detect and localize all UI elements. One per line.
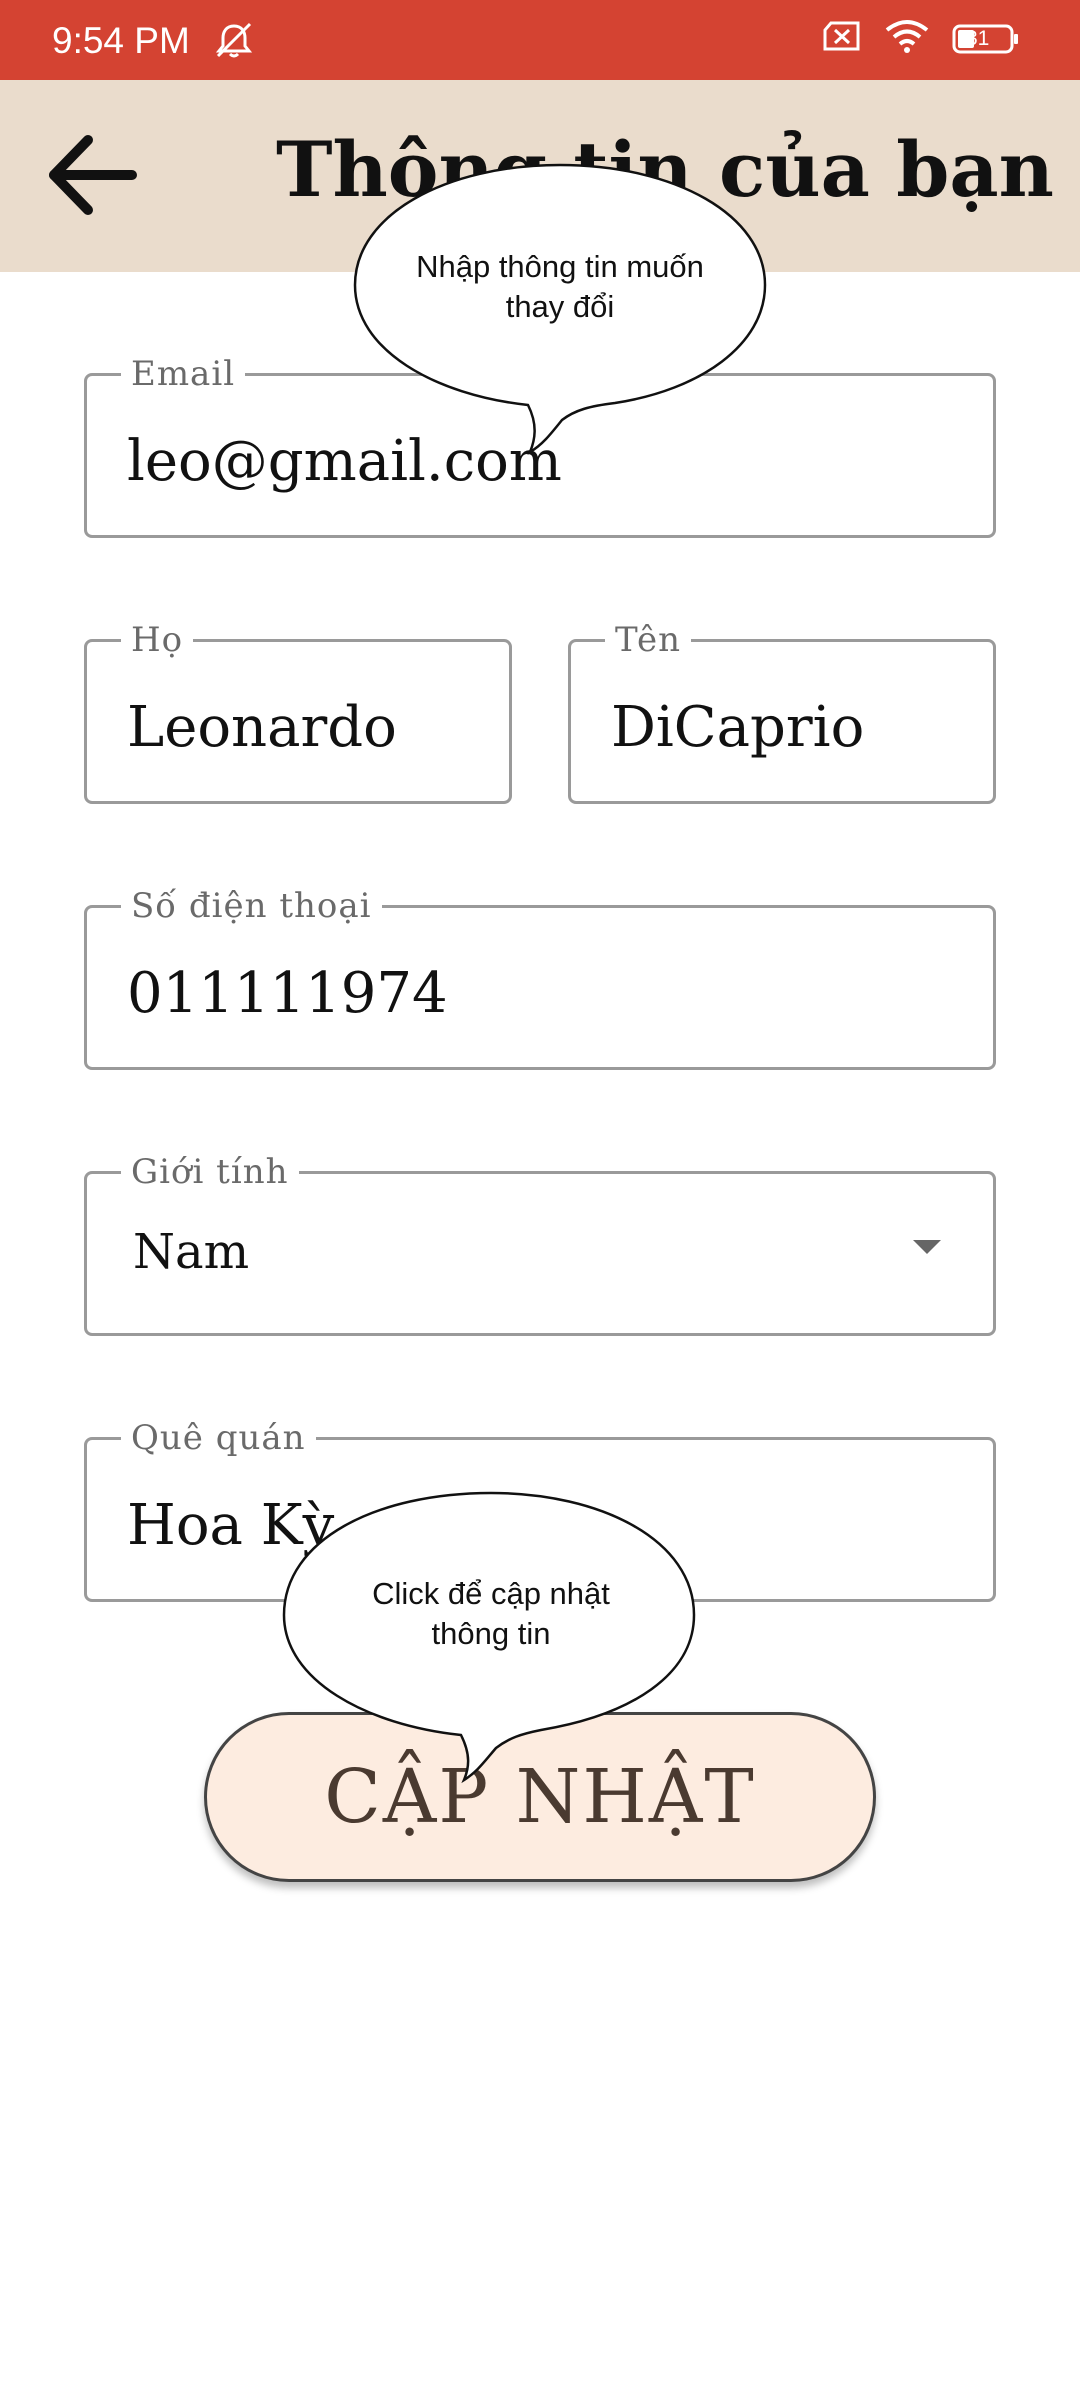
tooltip-update-line2: thông tin	[431, 1616, 551, 1651]
phone-label: Số điện thoại	[121, 888, 382, 924]
last-name-value[interactable]: Leonardo	[127, 696, 397, 760]
gender-label: Giới tính	[121, 1154, 299, 1190]
status-time: 9:54 PM	[52, 20, 190, 61]
tooltip-edit-line1: Nhập thông tin muốn	[416, 249, 704, 284]
hometown-label: Quê quán	[121, 1420, 316, 1456]
battery-icon: 31	[952, 24, 1020, 54]
phone-value[interactable]: 011111974	[127, 962, 448, 1026]
tooltip-edit-line2: thay đổi	[505, 289, 615, 324]
tooltip-edit-info: Nhập thông tin muốn thay đổi	[350, 160, 770, 460]
arrow-left-icon	[49, 135, 137, 215]
sim-off-icon	[822, 20, 862, 57]
tooltip-update-line1: Click để cập nhật	[372, 1576, 610, 1611]
last-name-label: Họ	[121, 622, 194, 658]
phone-field[interactable]: Số điện thoại 011111974	[84, 888, 996, 1070]
last-name-field[interactable]: Họ Leonardo	[84, 622, 512, 804]
email-label: Email	[121, 356, 246, 392]
mute-icon	[212, 20, 256, 65]
battery-level: 31	[966, 26, 990, 50]
status-icons: 31	[822, 18, 1020, 59]
first-name-label: Tên	[605, 622, 692, 658]
dropdown-arrow-icon[interactable]	[911, 1238, 943, 1260]
first-name-field[interactable]: Tên DiCaprio	[568, 622, 996, 804]
gender-value: Nam	[133, 1224, 250, 1280]
gender-select[interactable]: Giới tính Nam	[84, 1154, 996, 1336]
back-button[interactable]	[44, 130, 140, 220]
tooltip-update: Click để cập nhật thông tin	[281, 1490, 701, 1790]
wifi-icon	[884, 18, 930, 59]
first-name-value[interactable]: DiCaprio	[611, 696, 864, 760]
status-bar: 9:54 PM 31	[0, 0, 1080, 80]
